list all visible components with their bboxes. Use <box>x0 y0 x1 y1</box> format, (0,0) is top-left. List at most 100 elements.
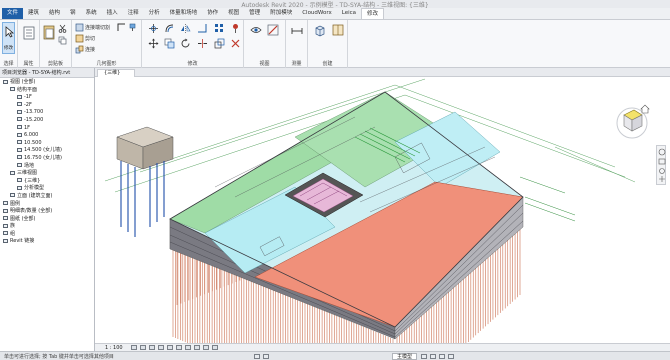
view-icon <box>17 94 22 99</box>
join-geometry-icon[interactable] <box>75 45 84 54</box>
browser-tree-item[interactable]: Revit 链接 <box>0 238 94 246</box>
hide-element-icon[interactable] <box>250 24 262 36</box>
pan-icon[interactable] <box>658 158 666 165</box>
view-icon <box>17 125 22 130</box>
select-pinned-icon[interactable] <box>439 353 446 359</box>
lock-view-icon[interactable] <box>193 345 200 350</box>
ribbon-tab[interactable]: 钢 <box>65 8 81 19</box>
temporary-hide-icon[interactable] <box>202 345 209 350</box>
create-parts-icon[interactable] <box>332 24 344 36</box>
browser-tree-item[interactable]: 16.750 (女儿墙) <box>0 155 94 163</box>
browser-tree-item[interactable]: 1F <box>0 125 94 133</box>
cut-icon[interactable] <box>58 24 67 33</box>
ribbon-tab[interactable]: 体量和场地 <box>165 8 203 19</box>
browser-tree-item[interactable]: 三维视图 <box>0 170 94 178</box>
ribbon-tab[interactable]: 系统 <box>81 8 102 19</box>
crop-view-icon[interactable] <box>175 345 182 350</box>
ribbon-tab[interactable]: 分析 <box>144 8 165 19</box>
show-crop-icon[interactable] <box>184 345 191 350</box>
pin-icon[interactable] <box>230 23 241 34</box>
browser-tree-item[interactable]: -2F <box>0 102 94 110</box>
delete-icon[interactable] <box>230 38 241 49</box>
array-icon[interactable] <box>214 23 225 34</box>
browser-tree-item[interactable]: 结构平面 <box>0 87 94 95</box>
move-icon[interactable] <box>148 38 159 49</box>
ribbon-tab[interactable]: 管理 <box>244 8 265 19</box>
3d-view-canvas[interactable] <box>95 77 670 343</box>
browser-tree-item[interactable]: -15.200 <box>0 117 94 125</box>
view-scale[interactable]: 1 : 100 <box>105 345 123 351</box>
copy-element-icon[interactable] <box>164 38 175 49</box>
split-icon[interactable] <box>197 38 208 49</box>
browser-tree-item[interactable]: 视图 (全部) <box>0 79 94 87</box>
filter-icon[interactable] <box>448 353 455 359</box>
design-options-icon[interactable] <box>263 353 269 359</box>
browser-tree-item[interactable]: 族 <box>0 223 94 231</box>
worksets-icon[interactable] <box>254 353 260 359</box>
browser-tree-item[interactable]: {三维} <box>0 178 94 186</box>
ribbon-tab[interactable]: 注释 <box>123 8 144 19</box>
properties-icon[interactable] <box>23 26 35 40</box>
active-model-dropdown[interactable]: 主模型 <box>392 352 418 360</box>
paint-icon[interactable] <box>128 23 137 32</box>
browser-tree-item[interactable]: 立面 (建筑立面) <box>0 193 94 201</box>
browser-tree-item[interactable]: 明细表/数量 (全部) <box>0 208 94 216</box>
mirror-icon[interactable] <box>180 23 191 34</box>
align-icon[interactable] <box>148 23 159 34</box>
sun-path-icon[interactable] <box>148 345 155 350</box>
modify-button[interactable]: 修改 <box>2 22 15 54</box>
browser-tree-item[interactable]: -1F <box>0 94 94 102</box>
browser-tree-item-label: 三维视图 <box>17 170 38 177</box>
ribbon-tab[interactable]: 文件 <box>2 8 24 19</box>
offset-icon[interactable] <box>164 23 175 34</box>
detail-level-icon[interactable] <box>130 345 137 350</box>
ribbon-tab[interactable]: 协作 <box>202 8 223 19</box>
wall-joins-icon[interactable] <box>117 23 126 32</box>
measure-icon[interactable] <box>291 25 303 37</box>
geometry-item-1[interactable]: 剪切 <box>85 35 95 42</box>
browser-tree-item[interactable]: 图例 <box>0 201 94 209</box>
browser-tree-item-label: 立面 (建筑立面) <box>17 192 53 199</box>
visual-style-icon[interactable] <box>139 345 146 350</box>
ribbon-tab[interactable]: CloudWorx <box>297 8 337 19</box>
reveal-hidden-icon[interactable] <box>211 345 218 350</box>
ribbon-tab[interactable]: 修改 <box>361 8 385 19</box>
render-icon[interactable] <box>166 345 173 350</box>
ribbon-tab[interactable]: 视图 <box>223 8 244 19</box>
zoom-icon[interactable] <box>659 168 665 174</box>
cope-icon[interactable] <box>75 23 84 32</box>
browser-tree-item[interactable]: 场地 <box>0 163 94 171</box>
folder-icon <box>3 231 8 236</box>
trim-extend-icon[interactable] <box>197 23 208 34</box>
browser-tree-item[interactable]: -13.700 <box>0 109 94 117</box>
ribbon-tab[interactable]: 插入 <box>102 8 123 19</box>
building-model <box>104 78 636 343</box>
ribbon-tab[interactable]: 建筑 <box>23 8 44 19</box>
create-assembly-icon[interactable] <box>314 24 326 38</box>
geometry-item-0[interactable]: 连接端切割 <box>85 24 110 31</box>
orbit-icon[interactable] <box>659 176 665 182</box>
ribbon-tab[interactable]: 附加模块 <box>265 8 297 19</box>
view-icon <box>17 178 22 183</box>
geometry-item-2[interactable]: 连接 <box>85 46 95 53</box>
select-underlay-icon[interactable] <box>430 353 437 359</box>
ribbon-tab[interactable]: 结构 <box>44 8 65 19</box>
shadows-icon[interactable] <box>157 345 164 350</box>
browser-tree-item[interactable]: 6.000 <box>0 132 94 140</box>
browser-tree-item[interactable]: 分析模型 <box>0 185 94 193</box>
browser-tree-item[interactable]: 14.500 (女儿墙) <box>0 147 94 155</box>
paste-icon[interactable] <box>43 24 55 40</box>
rotate-icon[interactable] <box>180 38 191 49</box>
select-links-icon[interactable] <box>421 353 428 359</box>
view-icon <box>17 140 22 145</box>
override-graphics-icon[interactable] <box>267 24 279 36</box>
copy-icon[interactable] <box>58 36 67 45</box>
scale-icon[interactable] <box>214 38 225 49</box>
browser-tree-item-label: -2F <box>24 101 32 108</box>
view-tab-3d[interactable]: {三维} <box>97 69 135 77</box>
home-icon[interactable] <box>640 104 650 114</box>
cut-geometry-icon[interactable] <box>75 34 84 43</box>
ribbon-tab[interactable]: Leica <box>337 8 361 19</box>
browser-tree-item-label: 结构平面 <box>17 86 38 93</box>
steering-wheel-icon[interactable] <box>658 148 666 156</box>
